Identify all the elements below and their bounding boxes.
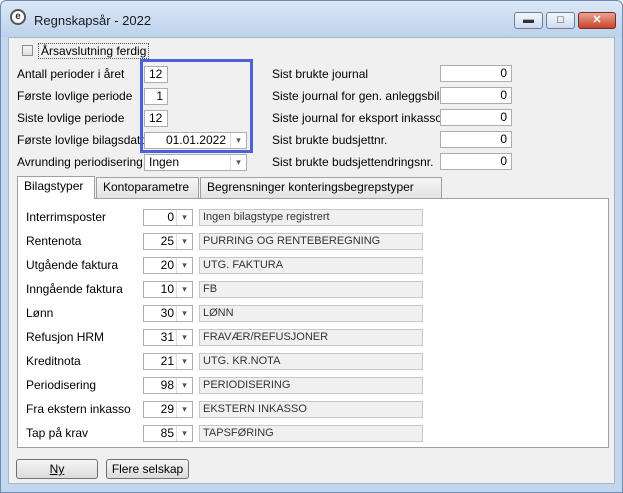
bilagstype-number-select[interactable]: 21 ▾ [143,353,193,370]
bilagstype-number-select[interactable]: 85 ▾ [143,425,193,442]
avrunding-value: Ingen [149,155,180,169]
bilagstype-description: FB [199,281,423,298]
bilagstype-number-select[interactable]: 29 ▾ [143,401,193,418]
chevron-down-icon[interactable]: ▾ [176,258,192,273]
minimize-icon: ▬ [523,14,534,26]
bilagstype-number-value: 29 [160,402,174,416]
close-icon: ✕ [592,14,602,26]
sist-budsjettnr-label: Sist brukte budsjettnr. [272,133,388,147]
flere-selskap-label: Flere selskap [111,462,184,476]
bilagstype-description: Ingen bilagstype registrert [199,209,423,226]
maximize-icon: □ [557,14,564,26]
bilagstype-label: Fra ekstern inkasso [26,402,131,416]
chevron-down-icon[interactable]: ▾ [176,210,192,225]
chevron-down-icon[interactable]: ▾ [176,306,192,321]
window-title: Regnskapsår - 2022 [34,13,152,28]
bilagstype-description: PERIODISERING [199,377,423,394]
bilagstype-description: UTG. FAKTURA [199,257,423,274]
bilagstype-number-value: 10 [160,282,174,296]
bilagstype-label: Kreditnota [26,354,81,368]
siste-journal-anlegg-label: Siste journal for gen. anleggsbilag [272,89,453,103]
bilagstype-number-value: 25 [160,234,174,248]
bilagstype-label: Refusjon HRM [26,330,105,344]
new-button-label: Ny [49,462,65,476]
bilagstype-description: EKSTERN INKASSO [199,401,423,418]
sist-brukte-journal-input[interactable]: 0 [440,65,512,82]
bilagstype-number-select[interactable]: 30 ▾ [143,305,193,322]
tab-begrensninger[interactable]: Begrensninger konteringsbegrepstyper [200,177,442,198]
bilagstype-label: Utgående faktura [26,258,119,272]
bilagstype-number-value: 98 [160,378,174,392]
bilagstype-description: UTG. KR.NOTA [199,353,423,370]
chevron-down-icon[interactable]: ▾ [230,155,246,170]
tab-strip: Bilagstyper Kontoparametre Begrensninger… [17,176,609,199]
bilagstype-number-select[interactable]: 10 ▾ [143,281,193,298]
bilagstype-number-value: 30 [160,306,174,320]
siste-journal-inkasso-input[interactable]: 0 [440,109,512,126]
bilagstype-number-value: 31 [160,330,174,344]
antall-perioder-label: Antall perioder i året [17,67,125,81]
forste-bilagsdato-label: Første lovlige bilagsdato [17,133,148,147]
bilagstype-number-value: 0 [167,210,174,224]
tab-kontoparametre[interactable]: Kontoparametre [96,177,199,198]
bilagstype-label: Rentenota [26,234,82,248]
bilagstype-number-select[interactable]: 31 ▾ [143,329,193,346]
siste-periode-label: Siste lovlige periode [17,111,125,125]
window-frame: e Regnskapsår - 2022 ▬ □ ✕ Årsavslutning… [0,0,623,493]
chevron-down-icon[interactable]: ▾ [176,330,192,345]
bilagstype-label: Tap på krav [26,426,89,440]
bilagstype-number-value: 20 [160,258,174,272]
app-logo-icon: e [10,9,26,25]
arsavslutning-checkbox[interactable] [22,45,33,56]
chevron-down-icon[interactable]: ▾ [176,402,192,417]
bilagstype-label: Interrimsposter [26,210,107,224]
tab-bilagstyper[interactable]: Bilagstyper [17,176,95,199]
sist-budsjettendringsnr-label: Sist brukte budsjettendringsnr. [272,155,434,169]
chevron-down-icon[interactable]: ▾ [176,426,192,441]
bilagstype-description: LØNN [199,305,423,322]
forste-periode-label: Første lovlige periode [17,89,133,103]
bilagstype-description: TAPSFØRING [199,425,423,442]
bilagstype-description: PURRING OG RENTEBEREGNING [199,233,423,250]
title-bar[interactable]: e Regnskapsår - 2022 ▬ □ ✕ [1,1,622,37]
siste-journal-anlegg-input[interactable]: 0 [440,87,512,104]
maximize-button[interactable]: □ [546,12,575,29]
bilagstype-label: Periodisering [26,378,97,392]
chevron-down-icon[interactable]: ▾ [176,354,192,369]
flere-selskap-button[interactable]: Flere selskap [106,459,189,479]
bilagstype-number-select[interactable]: 20 ▾ [143,257,193,274]
chevron-down-icon[interactable]: ▾ [176,282,192,297]
sist-brukte-journal-label: Sist brukte journal [272,67,369,81]
sist-budsjettendringsnr-input[interactable]: 0 [440,153,512,170]
avrunding-select[interactable]: Ingen ▾ [144,154,247,171]
sist-budsjettnr-input[interactable]: 0 [440,131,512,148]
close-button[interactable]: ✕ [578,12,616,29]
new-button[interactable]: Ny [16,459,98,479]
chevron-down-icon[interactable]: ▾ [176,378,192,393]
bilagstype-number-select[interactable]: 0 ▾ [143,209,193,226]
bilagstype-number-select[interactable]: 98 ▾ [143,377,193,394]
chevron-down-icon[interactable]: ▾ [176,234,192,249]
minimize-button[interactable]: ▬ [514,12,543,29]
bilagstype-label: Lønn [26,306,54,320]
bilagstype-number-value: 21 [160,354,174,368]
siste-journal-inkasso-label: Siste journal for eksport inkasso [272,111,443,125]
bilagstype-number-select[interactable]: 25 ▾ [143,233,193,250]
arsavslutning-label: Årsavslutning ferdig [38,43,150,59]
bilagstype-label: Inngående faktura [26,282,123,296]
bilagstype-number-value: 85 [160,426,174,440]
bilagstype-description: FRAVÆR/REFUSJONER [199,329,423,346]
highlight-annotation [140,59,253,153]
avrunding-label: Avrunding periodisering [17,155,143,169]
bilagstyper-panel: Interrimsposter 0 ▾ Ingen bilagstype regist… [17,198,609,448]
